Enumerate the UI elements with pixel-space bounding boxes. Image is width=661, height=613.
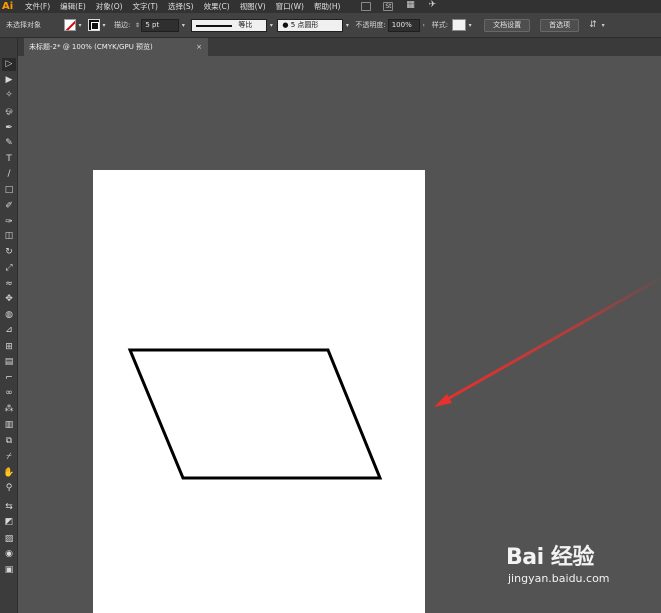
control-bar: 未选择对象 ▾ ▾ 描边 : ⇕ 5 pt ▾ 等比 ▾ ● 5 点圆形 ▾ 不… xyxy=(0,13,661,38)
menu-view[interactable]: 视图(V) xyxy=(235,0,271,13)
column-graph-tool-icon[interactable]: ▥ xyxy=(2,419,16,432)
blend-tool-icon[interactable]: ∞ xyxy=(2,387,16,400)
menu-help[interactable]: 帮助(H) xyxy=(309,0,346,13)
artboard-tool-icon[interactable]: ⧉ xyxy=(2,435,16,448)
lasso-tool-icon[interactable]: ஓ xyxy=(2,105,16,118)
menu-window[interactable]: 窗口(W) xyxy=(271,0,309,13)
opacity-field[interactable]: 100% xyxy=(387,18,420,32)
curvature-tool-icon[interactable]: ✎ xyxy=(2,137,16,150)
menu-object[interactable]: 对象(O) xyxy=(91,0,128,13)
shaper-tool-icon[interactable]: ✑ xyxy=(2,216,16,229)
chevron-down-icon[interactable]: ▾ xyxy=(466,22,474,29)
rectangle-tool-icon[interactable]: □ xyxy=(2,184,16,197)
default-colors-icon[interactable]: ⇆ xyxy=(2,501,16,514)
menu-effect[interactable]: 效果(C) xyxy=(199,0,235,13)
chevron-down-icon[interactable]: ▾ xyxy=(76,22,84,29)
stroke-profile-dropdown[interactable]: 等比 xyxy=(191,18,268,32)
document-tab[interactable]: 未标题-2* @ 100% (CMYK/GPU 预览) × xyxy=(24,38,208,56)
selection-tool-icon[interactable]: ▷ xyxy=(2,58,16,71)
app-logo: Ai xyxy=(2,1,14,12)
stroke-weight-field[interactable]: 5 pt xyxy=(141,18,180,32)
chevron-down-icon[interactable]: ▾ xyxy=(343,22,351,29)
publish-icon[interactable]: ✈ xyxy=(427,1,437,11)
arrowhead xyxy=(434,394,452,407)
warp-tool-icon[interactable]: ≈ xyxy=(2,278,16,291)
menu-select[interactable]: 选择(S) xyxy=(163,0,199,13)
menu-bar: Ai 文件(F) 编辑(E) 对象(O) 文字(T) 选择(S) 效果(C) 视… xyxy=(0,0,661,13)
stroke-line-preview xyxy=(196,24,233,27)
baidu-watermark: Bai 经验 jingyan.baidu.com xyxy=(506,545,656,609)
arrange-icon[interactable]: ⇵ xyxy=(587,20,599,30)
document-setup-button[interactable]: 文档设置 xyxy=(484,18,531,32)
line-segment-tool-icon[interactable]: / xyxy=(2,168,16,181)
stock-icon[interactable]: St xyxy=(383,2,394,11)
screen-mode-icon[interactable]: ▣ xyxy=(2,564,16,577)
colon-separator: : xyxy=(383,21,386,29)
stepper-icon[interactable]: ⇕ xyxy=(133,22,141,29)
stroke-label[interactable]: 描边 xyxy=(114,20,128,30)
slice-tool-icon[interactable]: ⌿ xyxy=(2,451,16,464)
watermark-url: jingyan.baidu.com xyxy=(508,572,610,585)
symbol-sprayer-tool-icon[interactable]: ⁂ xyxy=(2,403,16,416)
hand-tool-icon[interactable]: ✋ xyxy=(2,467,16,480)
brush-label: 5 点圆形 xyxy=(290,20,319,29)
free-transform-tool-icon[interactable]: ✥ xyxy=(2,293,16,306)
document-tab-title: 未标题-2* @ 100% (CMYK/GPU 预览) xyxy=(29,43,153,51)
chevron-down-icon[interactable]: ▾ xyxy=(100,22,108,29)
chevron-down-icon[interactable]: ▾ xyxy=(267,22,275,29)
stroke-swatch[interactable] xyxy=(88,19,100,31)
stroke-profile-label: 等比 xyxy=(238,20,253,29)
fill-stroke-icon[interactable]: ◩ xyxy=(2,516,16,529)
menu-edit[interactable]: 编辑(E) xyxy=(55,0,91,13)
artboard[interactable] xyxy=(93,170,425,613)
brush-definition-dropdown[interactable]: ● 5 点圆形 xyxy=(277,18,344,32)
tools-panel: ▷ ▶ ✧ ஓ ✒ ✎ T / □ ✐ ✑ ◫ ↻ ⤢ ≈ ✥ ◍ ⊿ ⊞ ▤ ⌐ ∞ ⁂ ▥ ⧉ ⌿ ✋ ⚲ ⇆ ◩ ▨ ◉ ▣ xyxy=(0,38,18,613)
document-tab-bar: 未标题-2* @ 100% (CMYK/GPU 预览) × xyxy=(18,38,661,56)
perspective-grid-tool-icon[interactable]: ⊿ xyxy=(2,324,16,337)
preferences-button[interactable]: 首选项 xyxy=(540,18,580,32)
annotation-arrow xyxy=(434,276,661,407)
workspace-layout-icon[interactable]: ▦ xyxy=(405,1,415,11)
opacity-label[interactable]: 不透明度 xyxy=(355,20,383,30)
eraser-tool-icon[interactable]: ◫ xyxy=(2,230,16,243)
chevron-down-icon[interactable]: ▾ xyxy=(599,22,607,29)
type-tool-icon[interactable]: T xyxy=(2,153,16,166)
style-label: 样式 xyxy=(431,21,446,29)
direct-selection-tool-icon[interactable]: ▶ xyxy=(2,74,16,87)
brush-dot-icon: ● xyxy=(282,20,291,29)
chevron-down-icon[interactable]: ▾ xyxy=(179,22,187,29)
arrange-documents-icon[interactable] xyxy=(361,2,372,11)
colon-separator: : xyxy=(128,21,131,29)
menu-file[interactable]: 文件(F) xyxy=(20,0,55,13)
shape-builder-tool-icon[interactable]: ◍ xyxy=(2,309,16,322)
eyedropper-tool-icon[interactable]: ⌐ xyxy=(2,372,16,385)
no-selection-label: 未选择对象 xyxy=(6,21,41,29)
menu-type[interactable]: 文字(T) xyxy=(128,0,163,13)
scale-tool-icon[interactable]: ⤢ xyxy=(2,262,16,275)
draw-mode-icon[interactable]: ◉ xyxy=(2,548,16,561)
color-mode-icon[interactable]: ▨ xyxy=(2,533,16,546)
paintbrush-tool-icon[interactable]: ✐ xyxy=(2,200,16,213)
fill-swatch[interactable] xyxy=(64,19,76,31)
baidu-logo: Bai 经验 xyxy=(506,545,594,570)
gradient-tool-icon[interactable]: ▤ xyxy=(2,356,16,369)
close-icon[interactable]: × xyxy=(196,38,202,56)
rotate-tool-icon[interactable]: ↻ xyxy=(2,246,16,259)
pen-tool-icon[interactable]: ✒ xyxy=(2,122,16,135)
graphic-style-swatch[interactable] xyxy=(452,19,467,31)
mesh-tool-icon[interactable]: ⊞ xyxy=(2,341,16,354)
chevron-right-icon[interactable]: › xyxy=(420,22,428,29)
colon-separator: : xyxy=(445,21,449,29)
magic-wand-tool-icon[interactable]: ✧ xyxy=(2,89,16,102)
zoom-tool-icon[interactable]: ⚲ xyxy=(2,482,16,495)
